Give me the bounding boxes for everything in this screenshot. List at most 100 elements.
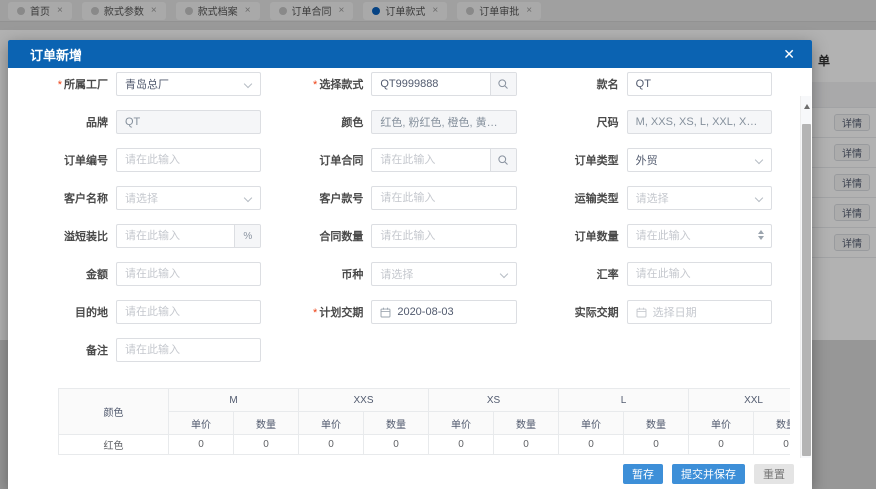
style-name-input[interactable] — [627, 72, 772, 96]
field-destination: 目的地 — [30, 300, 261, 324]
remark-input[interactable] — [116, 338, 261, 362]
sub-header: 单价 — [429, 412, 494, 435]
destination-input[interactable] — [116, 300, 261, 324]
modal-scrollbar[interactable] — [800, 96, 811, 458]
currency-select[interactable]: 请选择 — [371, 262, 516, 286]
sub-header: 数量 — [754, 412, 790, 435]
chevron-down-icon — [755, 156, 763, 164]
field-contract-qty: 合同数量 — [285, 224, 516, 248]
field-brand: 品牌 QT — [30, 110, 261, 134]
style-name-label: 款名 — [541, 76, 619, 92]
order-create-modal: 订单新增 ✕ *所属工厂 青岛总厂 *选择款式 — [8, 40, 812, 489]
reset-button[interactable]: 重置 — [754, 464, 794, 484]
field-exchange-rate: 汇率 — [541, 262, 772, 286]
sub-header: 数量 — [234, 412, 299, 435]
size-input: M, XXS, XS, L, XXL, XL, S — [627, 110, 772, 134]
field-style: *选择款式 — [285, 72, 516, 96]
contract-qty-label: 合同数量 — [285, 228, 363, 244]
size-group-header: L — [559, 389, 689, 412]
transport-type-select[interactable]: 请选择 — [627, 186, 772, 210]
size-group-header: XS — [429, 389, 559, 412]
factory-select[interactable]: 青岛总厂 — [116, 72, 261, 96]
customer-style-no-input[interactable] — [371, 186, 516, 210]
value-cell: 0 — [494, 435, 559, 455]
chevron-down-icon — [244, 80, 252, 88]
overflow-ratio-input[interactable] — [117, 225, 234, 247]
field-style-name: 款名 — [541, 72, 772, 96]
chevron-down-icon — [755, 194, 763, 202]
contract-qty-input[interactable] — [371, 224, 516, 248]
field-order-type: 订单类型 外贸 — [541, 148, 772, 172]
customer-name-select[interactable]: 请选择 — [116, 186, 261, 210]
scroll-up-arrow-icon[interactable] — [801, 100, 812, 112]
field-currency: 币种 请选择 — [285, 262, 516, 286]
contract-search-button[interactable] — [490, 149, 516, 171]
value-cell: 0 — [364, 435, 429, 455]
value-cell: 0 — [754, 435, 790, 455]
factory-label: 所属工厂 — [64, 79, 108, 91]
exchange-rate-input[interactable] — [627, 262, 772, 286]
sub-header: 数量 — [624, 412, 689, 435]
field-remark: 备注 — [30, 338, 261, 362]
screen: 首页×款式参数×款式档案×订单合同×订单款式×订单审批× 单 详情详情详情详情详… — [0, 0, 876, 489]
amount-label: 金额 — [30, 266, 108, 282]
customer-style-no-label: 客户款号 — [285, 190, 363, 206]
size-group-header: XXL — [689, 389, 790, 412]
order-type-select[interactable]: 外贸 — [627, 148, 772, 172]
planned-delivery-datepicker[interactable]: 2020-08-03 — [371, 300, 516, 324]
submit-save-button[interactable]: 提交并保存 — [672, 464, 745, 484]
size-group-header: XXS — [299, 389, 429, 412]
style-search-button[interactable] — [490, 73, 516, 95]
remark-label: 备注 — [30, 342, 108, 358]
field-factory: *所属工厂 青岛总厂 — [30, 72, 261, 96]
order-qty-input[interactable] — [628, 225, 771, 247]
value-cell: 0 — [429, 435, 494, 455]
value-cell: 0 — [559, 435, 624, 455]
calendar-icon — [636, 307, 647, 318]
customer-name-label: 客户名称 — [30, 190, 108, 206]
percent-suffix: % — [234, 225, 260, 247]
style-search-input[interactable] — [372, 73, 489, 95]
field-planned-delivery: *计划交期 2020-08-03 — [285, 300, 516, 324]
order-no-label: 订单编号 — [30, 152, 108, 168]
factory-value: 青岛总厂 — [125, 76, 169, 92]
sub-header: 单价 — [559, 412, 624, 435]
save-draft-button[interactable]: 暂存 — [623, 464, 663, 484]
field-color: 颜色 红色, 粉红色, 橙色, 黄色, 绿色 — [285, 110, 516, 134]
order-form: *所属工厂 青岛总厂 *选择款式 款名 — [8, 68, 812, 362]
color-label: 颜色 — [285, 114, 363, 130]
color-column-header: 颜色 — [59, 389, 169, 435]
calendar-icon — [380, 307, 391, 318]
chevron-down-icon — [499, 270, 507, 278]
scrollbar-thumb[interactable] — [802, 124, 811, 456]
sub-header: 单价 — [169, 412, 234, 435]
modal-body: *所属工厂 青岛总厂 *选择款式 款名 — [8, 68, 812, 458]
required-asterisk: * — [313, 307, 317, 319]
field-order-qty: 订单数量 — [541, 224, 772, 248]
field-order-no: 订单编号 — [30, 148, 261, 172]
order-type-label: 订单类型 — [541, 152, 619, 168]
color-input: 红色, 粉红色, 橙色, 黄色, 绿色 — [371, 110, 516, 134]
field-customer-name: 客户名称 请选择 — [30, 186, 261, 210]
close-icon[interactable]: ✕ — [783, 47, 795, 61]
actual-delivery-datepicker[interactable]: 选择日期 — [627, 300, 772, 324]
size-price-table: 颜色MXXSXSLXXLXLS单价数量单价数量单价数量单价数量单价数量单价数量单… — [58, 388, 790, 455]
order-no-input[interactable] — [116, 148, 261, 172]
sub-header: 数量 — [494, 412, 559, 435]
amount-input[interactable] — [116, 262, 261, 286]
size-group-header: M — [169, 389, 299, 412]
planned-delivery-value: 2020-08-03 — [397, 306, 453, 318]
field-size: 尺码 M, XXS, XS, L, XXL, XL, S — [541, 110, 772, 134]
order-contract-input[interactable] — [372, 149, 489, 171]
value-cell: 0 — [234, 435, 299, 455]
order-type-value: 外贸 — [636, 152, 658, 168]
field-overflow-ratio: 溢短装比 % — [30, 224, 261, 248]
required-asterisk: * — [313, 79, 317, 91]
value-cell: 0 — [624, 435, 689, 455]
table-row: 红色00000000000000 — [59, 435, 791, 455]
brand-label: 品牌 — [30, 114, 108, 130]
field-customer-style-no: 客户款号 — [285, 186, 516, 210]
modal-footer: 暂存 提交并保存 重置 — [8, 458, 812, 489]
number-stepper-icon[interactable] — [758, 230, 764, 240]
currency-label: 币种 — [285, 266, 363, 282]
